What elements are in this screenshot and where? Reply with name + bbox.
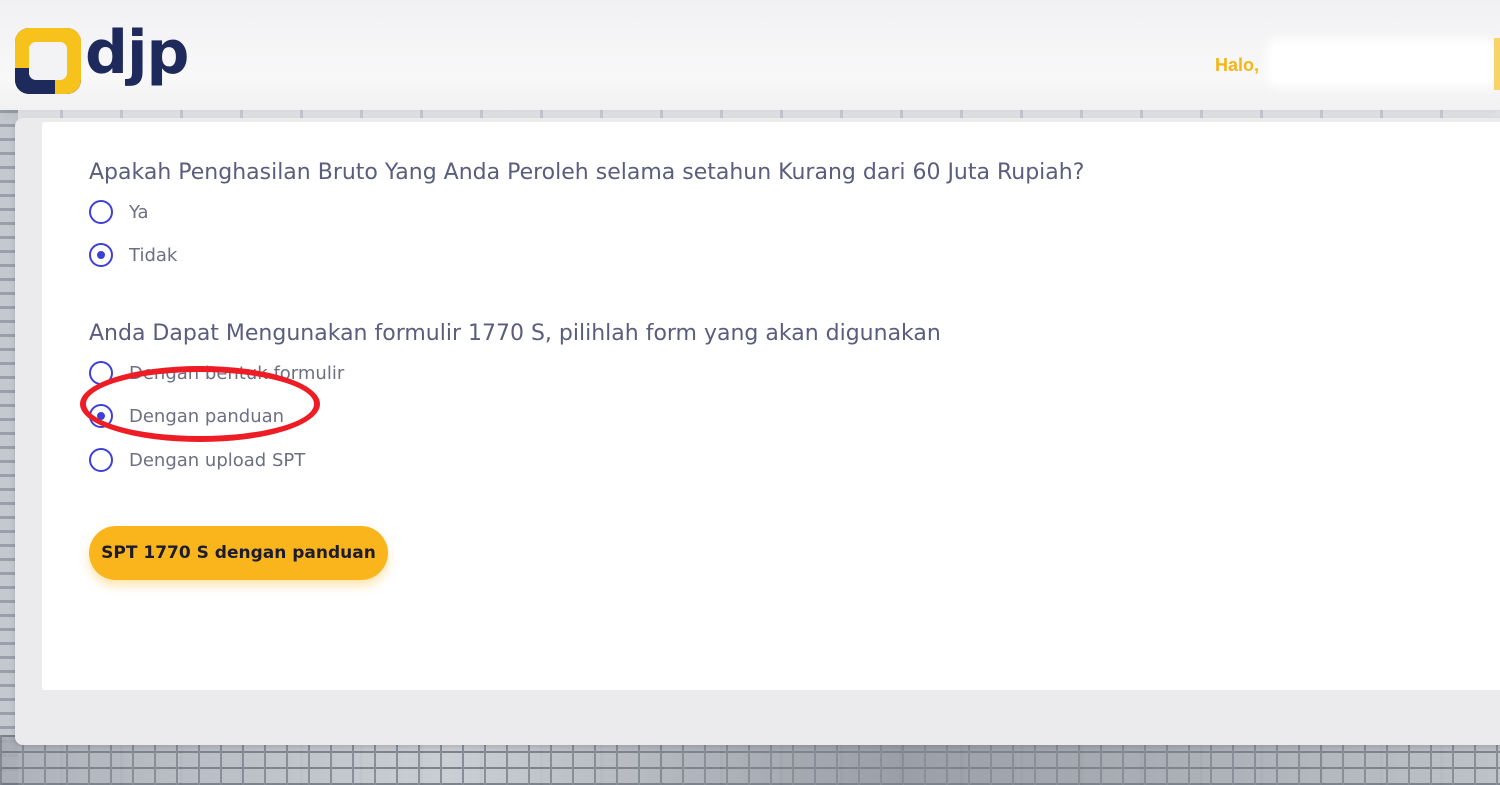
radio-label: Ya	[129, 201, 149, 223]
radio-option-upload[interactable]: Dengan upload SPT	[89, 447, 305, 473]
radio-option-tidak[interactable]: Tidak	[89, 242, 177, 268]
radio-label: Tidak	[129, 244, 178, 266]
greeting-text: Halo,	[1215, 55, 1260, 75]
radio-button[interactable]	[89, 200, 113, 224]
question-gross-income: Apakah Penghasilan Bruto Yang Anda Perol…	[89, 160, 1085, 185]
radio-option-ya[interactable]: Ya	[89, 199, 149, 225]
djp-logo[interactable]: djp	[15, 18, 189, 96]
question-form-choice: Anda Dapat Mengunakan formulir 1770 S, p…	[89, 321, 941, 346]
red-highlight-ellipse	[80, 366, 320, 442]
radio-button[interactable]	[89, 448, 113, 472]
radio-button-selected[interactable]	[89, 243, 113, 267]
user-name	[1272, 44, 1492, 82]
radio-label: Dengan upload SPT	[129, 449, 306, 471]
logo-text: djp	[85, 18, 189, 88]
djp-logo-icon	[15, 28, 81, 94]
spt-1770s-panduan-button[interactable]: SPT 1770 S dengan panduan	[89, 526, 388, 580]
top-header: djp Halo,	[0, 0, 1500, 110]
user-menu-edge[interactable]	[1494, 38, 1500, 90]
